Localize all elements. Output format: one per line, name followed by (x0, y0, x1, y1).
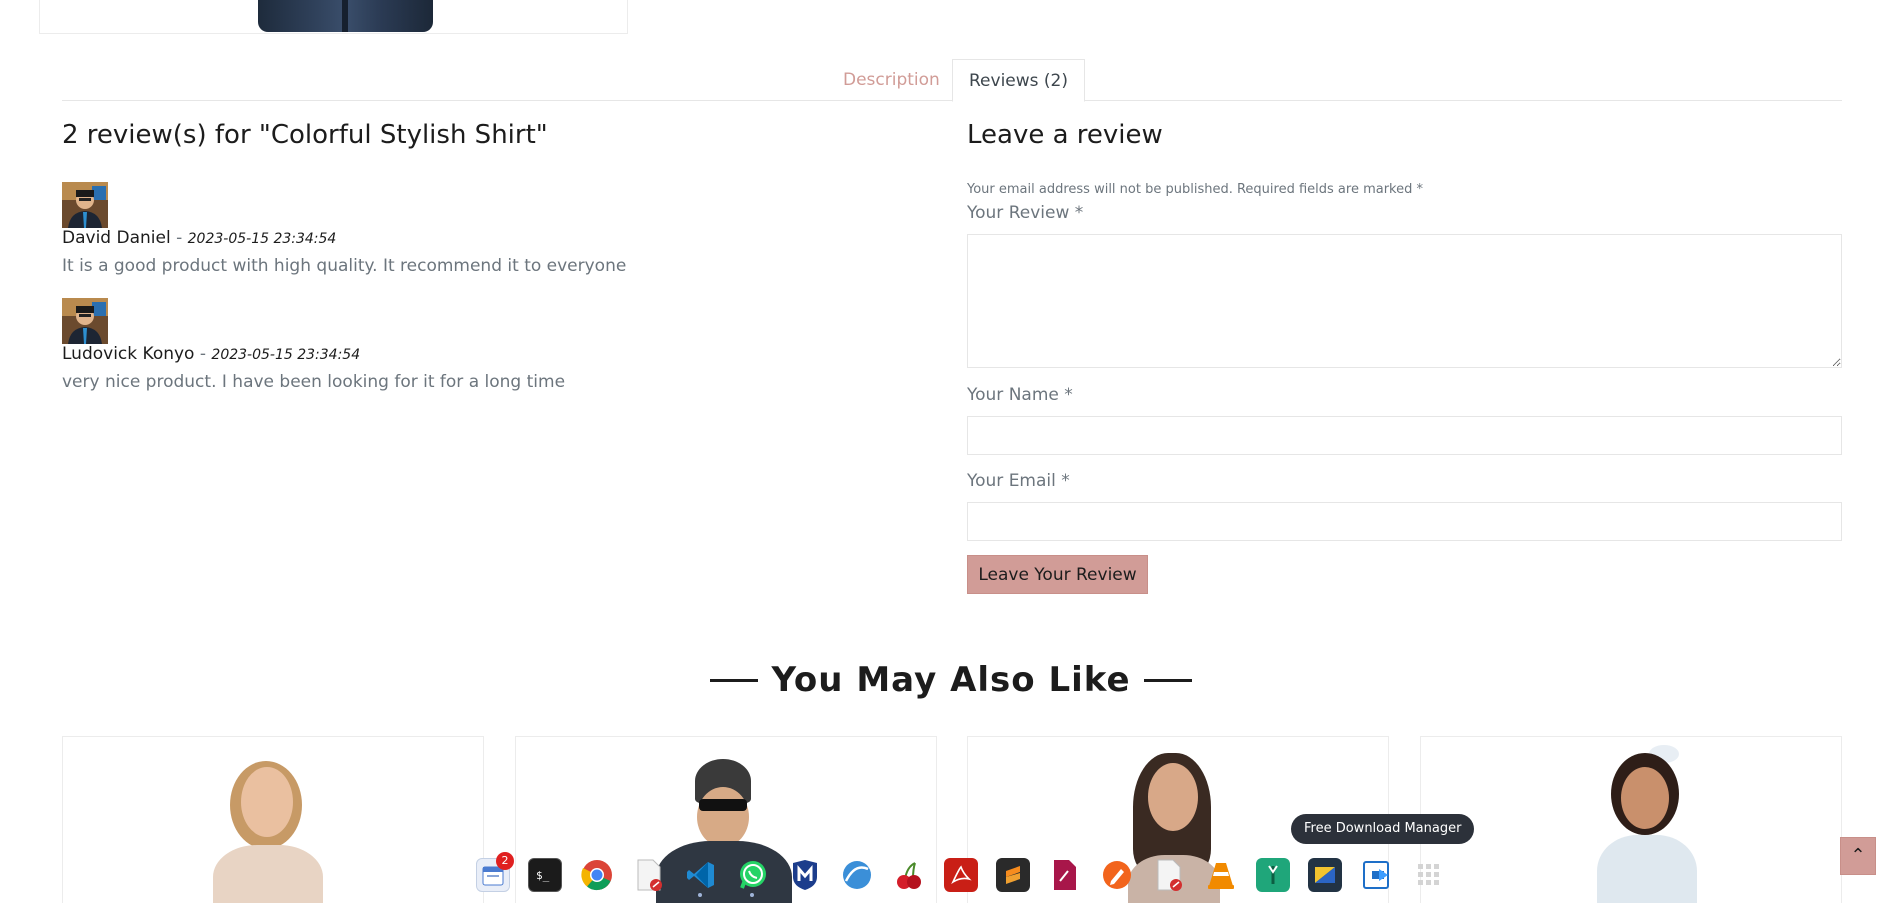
svg-text:$_: $_ (536, 869, 550, 882)
vscode-icon[interactable] (684, 858, 718, 892)
review-header: David Daniel - 2023-05-15 23:34:54 (62, 228, 626, 248)
reviewer-avatar (62, 182, 108, 228)
product-image-face (697, 787, 749, 847)
required-fields-notice: Your email address will not be published… (967, 182, 1423, 197)
taskbar-dock: $_ (466, 848, 1446, 903)
sublime-merge-icon[interactable] (996, 858, 1030, 892)
product-card[interactable] (1420, 736, 1842, 903)
chrome-icon[interactable] (580, 858, 614, 892)
running-indicator (750, 893, 754, 897)
tab-description[interactable]: Description (827, 59, 956, 101)
related-products-heading: You May Also Like (0, 660, 1886, 700)
product-image-face (1148, 763, 1198, 831)
review-textarea[interactable] (967, 234, 1842, 368)
review-date: 2023-05-15 23:34:54 (211, 347, 361, 363)
wireshark-icon[interactable] (840, 858, 874, 892)
review-item: Ludovick Konyo - 2023-05-15 23:34:54 ver… (62, 298, 565, 392)
python-launcher-icon[interactable] (1308, 858, 1342, 892)
product-image-frame (39, 0, 628, 34)
name-label: Your Name * (967, 385, 1073, 405)
email-input[interactable] (967, 502, 1842, 541)
malwarebytes-icon[interactable] (788, 858, 822, 892)
running-indicator (698, 893, 702, 897)
pencil-app-icon[interactable] (1100, 858, 1134, 892)
reviews-heading: 2 review(s) for "Colorful Stylish Shirt" (62, 120, 548, 150)
related-products-title: You May Also Like (771, 660, 1131, 700)
app-grid-icon[interactable] (1412, 858, 1446, 892)
terminal-icon[interactable]: $_ (528, 858, 562, 892)
review-date: 2023-05-15 23:34:54 (187, 231, 337, 247)
product-image (258, 0, 433, 32)
product-tabs: Description Reviews (2) (62, 59, 1842, 102)
document-viewer-icon[interactable] (1152, 858, 1186, 892)
review-text: very nice product. I have been looking f… (62, 372, 566, 392)
archive-manager-icon[interactable] (1256, 858, 1290, 892)
vlc-icon[interactable] (1204, 858, 1238, 892)
back-to-top-button[interactable]: ⌃ (1840, 837, 1876, 875)
document-viewer-icon[interactable] (632, 858, 666, 892)
review-text: It is a good product with high quality. … (62, 256, 627, 276)
product-image-body (213, 845, 323, 903)
leave-review-button[interactable]: Leave Your Review (967, 555, 1148, 594)
product-image-face (241, 767, 293, 837)
review-separator: - (199, 344, 207, 364)
review-label: Your Review * (967, 203, 1084, 223)
heading-rule-left (710, 678, 759, 682)
email-label: Your Email * (967, 471, 1070, 491)
calendar-notification-badge: 2 (496, 852, 514, 870)
reviewer-name: David Daniel (62, 228, 171, 248)
pdf-reader-icon[interactable] (944, 858, 978, 892)
cherry-icon[interactable] (892, 858, 926, 892)
tab-reviews[interactable]: Reviews (2) (952, 59, 1085, 102)
dock-tooltip: Free Download Manager (1291, 814, 1475, 844)
reviewer-avatar (62, 298, 108, 344)
review-item: David Daniel - 2023-05-15 23:34:54 It is… (62, 182, 626, 276)
review-separator: - (176, 228, 183, 248)
review-header: Ludovick Konyo - 2023-05-15 23:34:54 (62, 344, 565, 364)
free-download-manager-icon[interactable] (1360, 858, 1394, 892)
product-image-sunglasses (699, 799, 747, 811)
reviewer-name: Ludovick Konyo (62, 344, 195, 364)
whatsapp-icon[interactable] (736, 858, 770, 892)
heading-rule-right (1143, 678, 1192, 682)
leave-review-heading: Leave a review (967, 120, 1163, 150)
product-image-face (1621, 767, 1669, 829)
text-editor-icon[interactable] (1048, 858, 1082, 892)
product-card[interactable] (62, 736, 484, 903)
name-input[interactable] (967, 416, 1842, 455)
product-image-body (1597, 835, 1697, 903)
